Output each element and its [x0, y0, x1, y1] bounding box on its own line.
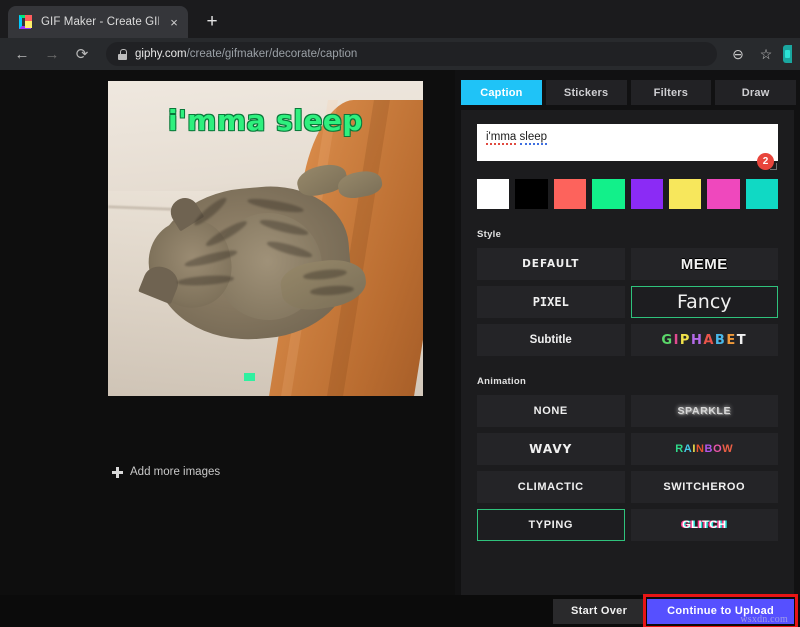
caption-panel: i'mma sleep 2 Style DE: [461, 110, 794, 627]
tab-title: GIF Maker - Create GIFs from Vid: [41, 16, 159, 28]
style-section-label: Style: [477, 229, 778, 240]
add-more-images-label: Add more images: [130, 466, 220, 478]
preview-column: i'mma sleep Add more images: [0, 70, 455, 627]
caption-word-linked: sleep: [520, 131, 548, 145]
start-over-button[interactable]: Start Over: [553, 599, 645, 624]
close-icon[interactable]: ×: [166, 14, 182, 30]
animation-option-none[interactable]: NONE: [477, 395, 625, 427]
color-swatch-coral[interactable]: [554, 179, 586, 209]
animation-option-switcheroo[interactable]: SWITCHEROO: [631, 471, 779, 503]
preview-caption-text: i'mma sleep: [108, 104, 423, 137]
caption-word-misspelled: i'mma: [486, 131, 516, 145]
color-swatches: [477, 179, 778, 209]
add-more-images-button[interactable]: Add more images: [112, 466, 220, 478]
frame-position-marker[interactable]: [244, 373, 255, 381]
tab-caption[interactable]: Caption: [461, 80, 542, 105]
color-swatch-white[interactable]: [477, 179, 509, 209]
new-tab-button[interactable]: +: [198, 8, 226, 36]
giphy-favicon: [18, 14, 34, 30]
tab-filters[interactable]: Filters: [631, 80, 712, 105]
caption-input-value: i'mma sleep: [486, 131, 547, 143]
lock-icon: [118, 49, 127, 60]
animation-option-wavy[interactable]: WAVY: [477, 433, 625, 465]
resize-handle-icon[interactable]: [770, 163, 777, 170]
editor-footer: Start Over Continue to Upload wsxdn.com: [0, 595, 800, 627]
style-option-pixel[interactable]: PIXEL: [477, 286, 625, 318]
address-bar[interactable]: giphy.com/create/gifmaker/decorate/capti…: [106, 42, 717, 66]
color-swatch-purple[interactable]: [631, 179, 663, 209]
color-swatch-yellow[interactable]: [669, 179, 701, 209]
animation-option-sparkle[interactable]: SPARKLE: [631, 395, 779, 427]
gif-preview[interactable]: i'mma sleep: [108, 81, 423, 396]
url-path: /create/gifmaker/decorate/caption: [187, 48, 358, 60]
controls-column: Caption Stickers Filters Draw i'mma slee…: [455, 70, 800, 627]
animation-section-label: Animation: [477, 376, 778, 387]
browser-window: GIF Maker - Create GIFs from Vid × + ← →…: [0, 0, 800, 627]
rainbow-label: RAINBOW: [675, 443, 733, 455]
tab-stickers[interactable]: Stickers: [546, 80, 627, 105]
reload-icon[interactable]: ⟳: [68, 40, 96, 68]
giphabet-label: GIPHABET: [661, 333, 747, 348]
url-text: giphy.com/create/gifmaker/decorate/capti…: [135, 48, 357, 60]
caption-input-wrap: i'mma sleep 2: [477, 124, 778, 161]
back-icon[interactable]: ←: [8, 40, 36, 68]
animation-option-glitch[interactable]: GLITCH: [631, 509, 779, 541]
style-option-giphabet[interactable]: GIPHABET: [631, 324, 779, 356]
animation-option-climactic[interactable]: CLIMACTIC: [477, 471, 625, 503]
tab-draw[interactable]: Draw: [715, 80, 796, 105]
animation-option-typing[interactable]: TYPING: [477, 509, 625, 541]
extension-icon[interactable]: [783, 45, 792, 63]
page-content: i'mma sleep Add more images Caption Stic…: [0, 70, 800, 627]
color-swatch-pink[interactable]: [707, 179, 739, 209]
forward-icon[interactable]: →: [38, 40, 66, 68]
style-options: DEFAULT MEME PIXEL Fancy Subtitle GIPHAB…: [477, 248, 778, 356]
animation-option-rainbow[interactable]: RAINBOW: [631, 433, 779, 465]
style-option-default[interactable]: DEFAULT: [477, 248, 625, 280]
plus-icon: [112, 467, 123, 478]
style-option-meme[interactable]: MEME: [631, 248, 779, 280]
tab-strip: GIF Maker - Create GIFs from Vid × +: [0, 0, 800, 38]
style-option-fancy[interactable]: Fancy: [631, 286, 779, 318]
style-option-subtitle[interactable]: Subtitle: [477, 324, 625, 356]
color-swatch-green[interactable]: [592, 179, 624, 209]
animation-options: NONE SPARKLE WAVY RAINBOW CLIMACTIC SWIT…: [477, 395, 778, 541]
zoom-out-icon[interactable]: ⊖: [725, 41, 751, 67]
color-swatch-teal[interactable]: [746, 179, 778, 209]
browser-toolbar: ← → ⟳ giphy.com/create/gifmaker/decorate…: [0, 38, 800, 70]
bookmark-star-icon[interactable]: ☆: [753, 41, 779, 67]
watermark: wsxdn.com: [740, 614, 788, 625]
browser-tab-giphy[interactable]: GIF Maker - Create GIFs from Vid ×: [8, 6, 188, 38]
url-host: giphy.com: [135, 48, 187, 60]
editor-tabs: Caption Stickers Filters Draw: [455, 70, 800, 105]
color-swatch-black[interactable]: [515, 179, 547, 209]
